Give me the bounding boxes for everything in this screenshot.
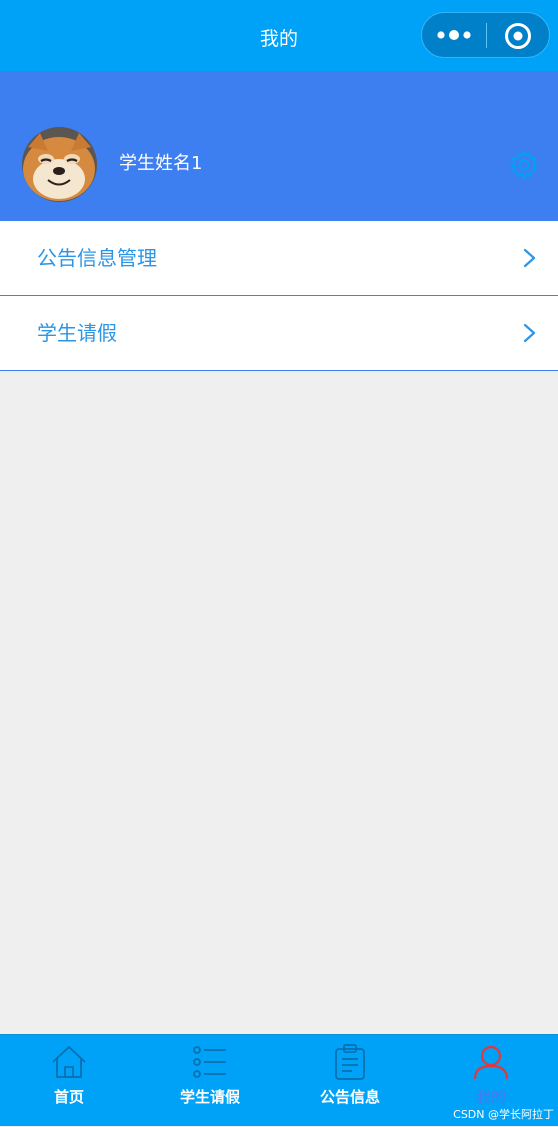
menu-item-label: 公告信息管理: [37, 246, 157, 270]
tab-label: 首页: [53, 1088, 84, 1106]
watermark-text: CSDN @学长阿拉丁: [453, 1108, 554, 1121]
shiba-avatar-image: [22, 127, 97, 202]
home-icon: [52, 1046, 86, 1078]
close-mini-program-icon[interactable]: [504, 22, 532, 50]
profile-header: 学生姓名1: [0, 71, 558, 221]
user-icon: [473, 1045, 509, 1080]
mini-program-capsule: [421, 12, 550, 58]
tab-home[interactable]: 首页: [19, 1035, 119, 1127]
avatar[interactable]: [22, 127, 97, 202]
capsule-divider: [486, 23, 487, 48]
tab-announcements[interactable]: 公告信息: [300, 1035, 400, 1127]
clipboard-icon: [335, 1044, 365, 1080]
menu-item-label: 学生请假: [37, 321, 117, 345]
menu-item-student-leave[interactable]: 学生请假: [0, 296, 558, 371]
student-name: 学生姓名1: [119, 153, 203, 174]
tab-label: 学生请假: [179, 1088, 240, 1106]
navigation-bar: 我的: [0, 0, 558, 71]
menu-item-announcement-management[interactable]: 公告信息管理: [0, 221, 558, 296]
tab-label: 公告信息: [319, 1088, 380, 1106]
more-options-icon[interactable]: [436, 27, 472, 43]
tab-student-leave[interactable]: 学生请假: [160, 1035, 260, 1127]
chevron-right-icon: [523, 323, 536, 343]
tab-label: 我的: [475, 1088, 506, 1106]
list-icon: [193, 1046, 226, 1078]
settings-gear-icon[interactable]: [509, 149, 539, 179]
chevron-right-icon: [523, 248, 536, 268]
